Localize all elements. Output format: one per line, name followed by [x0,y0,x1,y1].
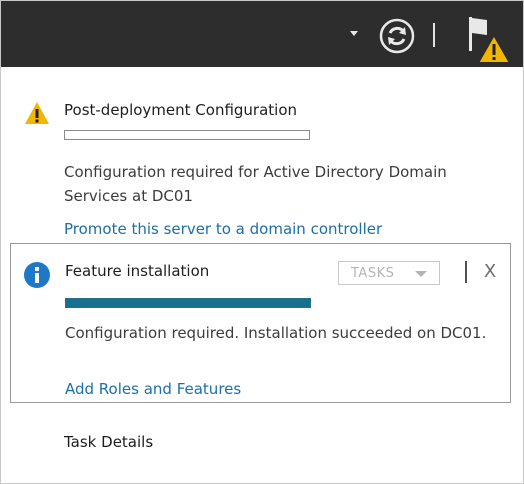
close-notification-button[interactable]: X [479,260,501,284]
chevron-down-icon [415,271,427,277]
notification-title: Feature installation [65,262,210,280]
server-manager-window: Post-deployment Configuration Configurat… [0,0,524,484]
notification-title: Post-deployment Configuration [64,101,298,119]
add-roles-features-link[interactable]: Add Roles and Features [65,380,241,398]
tasks-label: TASKS [351,266,395,281]
notification-feature-installation: Feature installation TASKS X Configurati… [10,243,511,403]
notifications-flyout: Post-deployment Configuration Configurat… [1,67,523,483]
task-details-link[interactable]: Task Details [64,433,153,451]
refresh-icon[interactable] [378,17,416,55]
top-toolbar [1,1,523,67]
notification-separator [465,261,467,283]
warning-icon [25,102,49,124]
chevron-down-icon[interactable] [350,31,358,36]
tasks-dropdown-button[interactable]: TASKS [338,261,440,285]
notification-description: Configuration required for Active Direct… [64,163,447,205]
notification-description: Configuration required. Installation suc… [65,324,487,342]
progress-bar [65,298,311,308]
notification-flag-icon[interactable] [463,13,517,65]
progress-bar-fill [66,299,310,307]
promote-server-link[interactable]: Promote this server to a domain controll… [64,220,382,238]
info-icon [24,262,50,288]
notification-post-deployment: Post-deployment Configuration Configurat… [10,75,511,238]
toolbar-separator [433,23,435,47]
warning-badge-icon [476,32,512,64]
progress-bar [64,130,310,140]
